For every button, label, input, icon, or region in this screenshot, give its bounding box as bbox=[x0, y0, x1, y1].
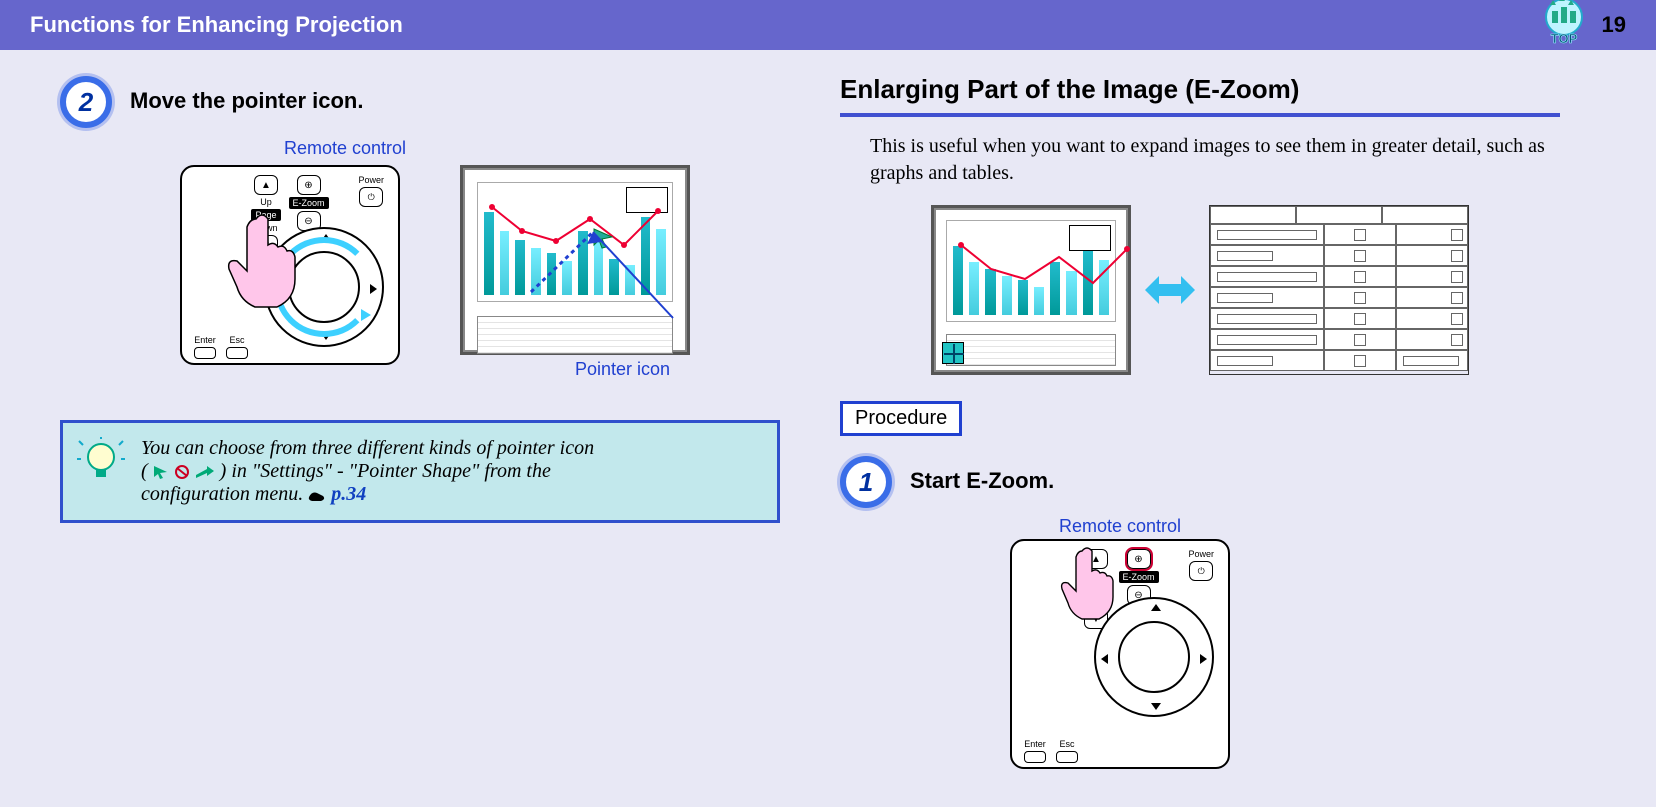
ezoom-chart bbox=[946, 220, 1116, 322]
section-text: This is useful when you want to expand i… bbox=[870, 133, 1560, 187]
top-label: TOP bbox=[1550, 31, 1577, 46]
section-underline bbox=[840, 113, 1560, 117]
hand-press-icon bbox=[1056, 547, 1116, 627]
remote-power-button: ⏻ bbox=[359, 187, 383, 207]
top-button[interactable]: TOP bbox=[1536, 0, 1592, 53]
procedure-label: Procedure bbox=[840, 401, 962, 436]
remote-ezoom-label: E-Zoom bbox=[289, 197, 329, 209]
remote-up-label: Up bbox=[260, 197, 272, 207]
remote-enter-button bbox=[194, 347, 216, 359]
remote-power-button: ⏻ bbox=[1189, 561, 1213, 581]
step-title-1: Start E-Zoom. bbox=[910, 468, 1054, 494]
remote-esc-label: Esc bbox=[229, 335, 244, 345]
callout-line-icon bbox=[523, 192, 693, 322]
chart-legend-icon bbox=[1069, 225, 1111, 251]
remote-control-label-right: Remote control bbox=[680, 516, 1560, 537]
tip-text: You can choose from three different kind… bbox=[141, 437, 594, 506]
pointer-shape-1-icon bbox=[153, 465, 169, 479]
header-right: TOP 19 bbox=[1536, 0, 1626, 53]
remote-power-group: Power ⏻ bbox=[358, 175, 384, 207]
remote-zoom-in-button: ⊕ bbox=[297, 175, 321, 195]
remote-enter-label: Enter bbox=[194, 335, 216, 345]
section-heading: Enlarging Part of the Image (E-Zoom) bbox=[840, 74, 1560, 105]
left-column: 2 Move the pointer icon. Remote control … bbox=[60, 70, 780, 769]
ezoom-target-icon bbox=[942, 342, 964, 364]
tip-lightbulb-icon bbox=[77, 437, 125, 497]
pointer-icon-label: Pointer icon bbox=[460, 359, 690, 380]
page-reference-link[interactable]: p.34 bbox=[331, 483, 366, 505]
hand-pointer-icon bbox=[222, 211, 302, 311]
ezoom-illustration bbox=[840, 205, 1560, 375]
page-number: 19 bbox=[1602, 12, 1626, 38]
tip-box: You can choose from three different kind… bbox=[60, 420, 780, 523]
remote-control-label: Remote control bbox=[0, 138, 780, 159]
ezoom-table-icon bbox=[946, 334, 1116, 366]
remote-control-illustration: ▲ Up Page Down ▼ ⊕ E-Zoom ⊖ Power ⏻ bbox=[180, 165, 400, 365]
remote-ezoom-label: E-Zoom bbox=[1119, 571, 1159, 583]
remote-zoom-in-button: ⊕ bbox=[1127, 549, 1151, 569]
page-header: Functions for Enhancing Projection TOP 1… bbox=[0, 0, 1656, 50]
ezoom-before-screen bbox=[931, 205, 1131, 375]
remote-control-illustration-ezoom: ▲ Up Page Down ▼ ⊕ E-Zoom ⊖ Power ⏻ bbox=[1010, 539, 1230, 769]
step-badge-2: 2 bbox=[60, 76, 112, 128]
remote-esc-label: Esc bbox=[1059, 739, 1074, 749]
double-arrow-icon bbox=[1147, 276, 1193, 304]
header-title: Functions for Enhancing Projection bbox=[30, 12, 1536, 38]
remote-enter-button bbox=[1024, 751, 1046, 763]
pointer-shape-2-icon bbox=[174, 465, 190, 479]
step-title-2: Move the pointer icon. bbox=[130, 88, 363, 114]
remote-esc-button bbox=[226, 347, 248, 359]
remote-power-label: Power bbox=[358, 175, 384, 185]
remote-enter-label: Enter bbox=[1024, 739, 1046, 749]
remote-esc-button bbox=[1056, 751, 1078, 763]
right-column: Enlarging Part of the Image (E-Zoom) Thi… bbox=[840, 70, 1560, 769]
reference-hand-icon bbox=[308, 488, 326, 502]
projection-screen-illustration bbox=[460, 165, 690, 355]
remote-power-group: Power ⏻ bbox=[1188, 549, 1214, 581]
pointer-shape-3-icon bbox=[195, 465, 215, 479]
step-badge-1: 1 bbox=[840, 456, 892, 508]
remote-power-label: Power bbox=[1188, 549, 1214, 559]
remote-page-up-button: ▲ bbox=[254, 175, 278, 195]
ezoom-after-table bbox=[1209, 205, 1469, 375]
